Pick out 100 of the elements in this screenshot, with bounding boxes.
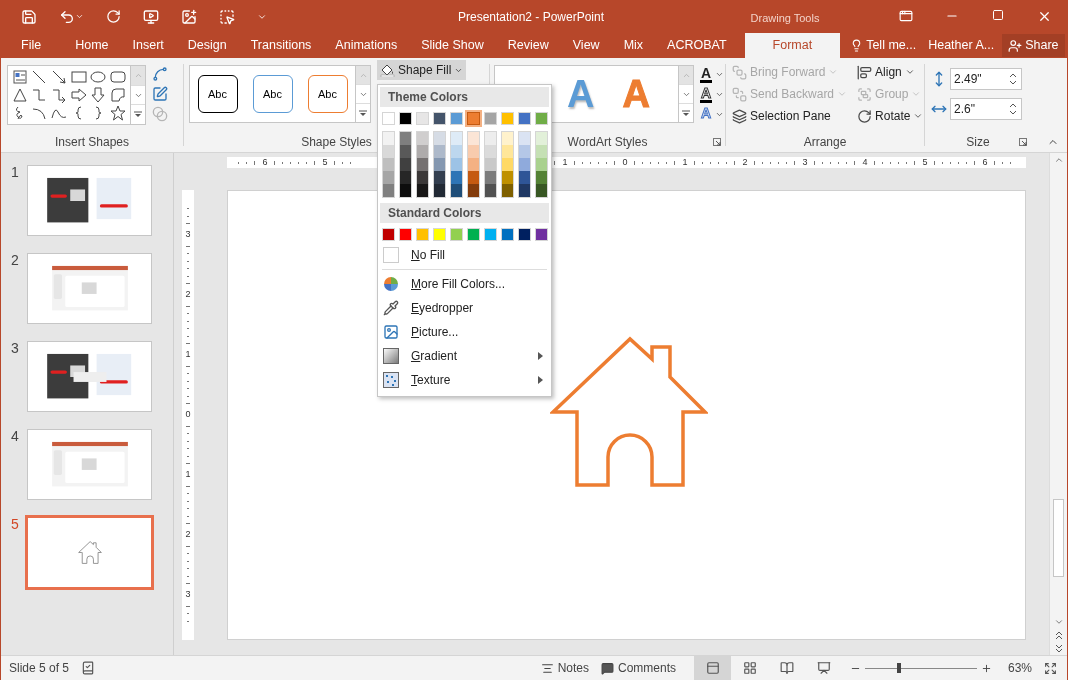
- comments-button[interactable]: Comments: [595, 659, 682, 677]
- ribbon-tab[interactable]: Transitions: [238, 33, 324, 58]
- menu-item[interactable]: Gradient: [378, 344, 551, 368]
- tell-me-field[interactable]: Tell me...: [840, 33, 917, 58]
- more-icon[interactable]: [359, 109, 367, 117]
- color-swatch[interactable]: [451, 158, 462, 171]
- color-swatch[interactable]: [468, 158, 479, 171]
- color-swatch[interactable]: [519, 158, 530, 171]
- color-swatch[interactable]: [417, 132, 428, 145]
- ribbon-tab[interactable]: Slide Show: [409, 33, 496, 58]
- color-swatch[interactable]: [417, 171, 428, 184]
- merge-shapes-icon[interactable]: [152, 106, 168, 122]
- color-swatch[interactable]: [536, 184, 547, 197]
- ribbon-tab[interactable]: Mix: [611, 33, 656, 58]
- slide-thumbnail[interactable]: [25, 515, 154, 590]
- color-swatch[interactable]: [417, 184, 428, 197]
- scroll-thumb[interactable]: [1053, 499, 1064, 577]
- color-swatch[interactable]: [485, 158, 496, 171]
- select-icon[interactable]: [219, 8, 235, 25]
- redo-icon[interactable]: [106, 9, 121, 24]
- color-swatch[interactable]: [451, 171, 462, 184]
- shape-style[interactable]: Abc: [307, 75, 348, 113]
- menu-item[interactable]: Picture...: [378, 320, 551, 344]
- edit-shape-icon[interactable]: [152, 66, 168, 82]
- color-swatch[interactable]: [485, 184, 496, 197]
- color-swatch[interactable]: [434, 158, 445, 171]
- color-swatch[interactable]: [400, 158, 411, 171]
- color-swatch[interactable]: [383, 158, 394, 171]
- slide-thumbnail[interactable]: [27, 341, 152, 412]
- ribbon-tab[interactable]: Home: [63, 33, 121, 58]
- wordart-style[interactable]: A: [622, 75, 650, 113]
- color-swatch[interactable]: [417, 158, 428, 171]
- right-arrow-icon[interactable]: [70, 87, 87, 103]
- ribbon-tab[interactable]: Animations: [323, 33, 410, 58]
- more-icon[interactable]: [134, 111, 142, 119]
- color-swatch[interactable]: [536, 132, 547, 145]
- zoom-level[interactable]: 63%: [1008, 659, 1038, 677]
- spinner-icon[interactable]: [1008, 71, 1018, 87]
- more-icon[interactable]: [682, 109, 690, 117]
- wordart-style[interactable]: A: [567, 75, 595, 113]
- menu-item[interactable]: Texture: [378, 368, 551, 392]
- oval-icon[interactable]: [90, 69, 107, 85]
- dialog-launcher-icon[interactable]: [1019, 138, 1027, 147]
- down-arrow-icon[interactable]: [90, 87, 107, 103]
- color-swatch[interactable]: [485, 171, 496, 184]
- shape-style[interactable]: Abc: [252, 75, 293, 113]
- color-swatch[interactable]: [502, 171, 513, 184]
- menu-item[interactable]: No Fill: [378, 243, 551, 267]
- color-swatch[interactable]: [400, 171, 411, 184]
- maximize-icon[interactable]: [992, 9, 1004, 21]
- scroll-up-icon[interactable]: [1053, 155, 1064, 165]
- color-swatch[interactable]: [451, 132, 462, 145]
- color-swatch[interactable]: [400, 184, 411, 197]
- slide-thumbnail[interactable]: [27, 429, 152, 500]
- spinner-icon[interactable]: [1008, 101, 1018, 117]
- fit-to-window-icon[interactable]: [1044, 661, 1057, 675]
- zoom-slider[interactable]: [865, 662, 977, 674]
- color-swatch[interactable]: [536, 145, 547, 158]
- shape-fill-button[interactable]: Shape Fill: [377, 60, 467, 80]
- color-swatch[interactable]: [519, 132, 530, 145]
- slide-thumbnail[interactable]: [27, 253, 152, 324]
- menu-item[interactable]: More Fill Colors...: [378, 272, 551, 296]
- color-swatch[interactable]: [502, 184, 513, 197]
- zoom-thumb[interactable]: [896, 663, 901, 673]
- user-account[interactable]: Heather A...: [916, 33, 995, 58]
- ribbon-tab[interactable]: Format: [744, 33, 841, 58]
- slide-thumbnail[interactable]: [27, 165, 152, 236]
- ribbon-display-icon[interactable]: [899, 9, 913, 23]
- insert-image-icon[interactable]: [181, 8, 197, 25]
- color-swatch[interactable]: [485, 132, 496, 145]
- star-icon[interactable]: [110, 105, 127, 121]
- color-swatch[interactable]: [417, 145, 428, 158]
- save-icon[interactable]: [21, 8, 37, 25]
- ribbon-tab[interactable]: File: [1, 33, 64, 58]
- previous-slide-icon[interactable]: [1054, 631, 1063, 641]
- menu-item[interactable]: Eyedropper: [378, 296, 551, 320]
- color-swatch[interactable]: [467, 112, 480, 125]
- size-field[interactable]: 2.6": [950, 98, 1022, 120]
- ribbon-tab[interactable]: ACROBAT: [655, 33, 739, 58]
- color-swatch[interactable]: [502, 132, 513, 145]
- text-box-icon[interactable]: [152, 86, 168, 102]
- ribbon-tab[interactable]: Insert: [120, 33, 176, 58]
- spelling-icon[interactable]: [81, 661, 96, 675]
- undo-icon[interactable]: [59, 8, 75, 25]
- notes-button[interactable]: Notes: [534, 659, 595, 677]
- color-swatch[interactable]: [434, 184, 445, 197]
- text-fill-button[interactable]: A: [700, 65, 725, 83]
- arrange-button[interactable]: Selection Pane: [730, 105, 850, 127]
- color-swatch[interactable]: [451, 145, 462, 158]
- triangle-icon[interactable]: [11, 87, 28, 103]
- color-swatch[interactable]: [434, 132, 445, 145]
- color-swatch[interactable]: [383, 132, 394, 145]
- ribbon-tab[interactable]: Review: [495, 33, 561, 58]
- next-slide-icon[interactable]: [1054, 643, 1063, 653]
- color-swatch[interactable]: [383, 171, 394, 184]
- arrange-button[interactable]: Align: [855, 61, 926, 83]
- color-swatch[interactable]: [468, 132, 479, 145]
- color-swatch[interactable]: [400, 132, 411, 145]
- color-swatch[interactable]: [519, 145, 530, 158]
- color-swatch[interactable]: [519, 171, 530, 184]
